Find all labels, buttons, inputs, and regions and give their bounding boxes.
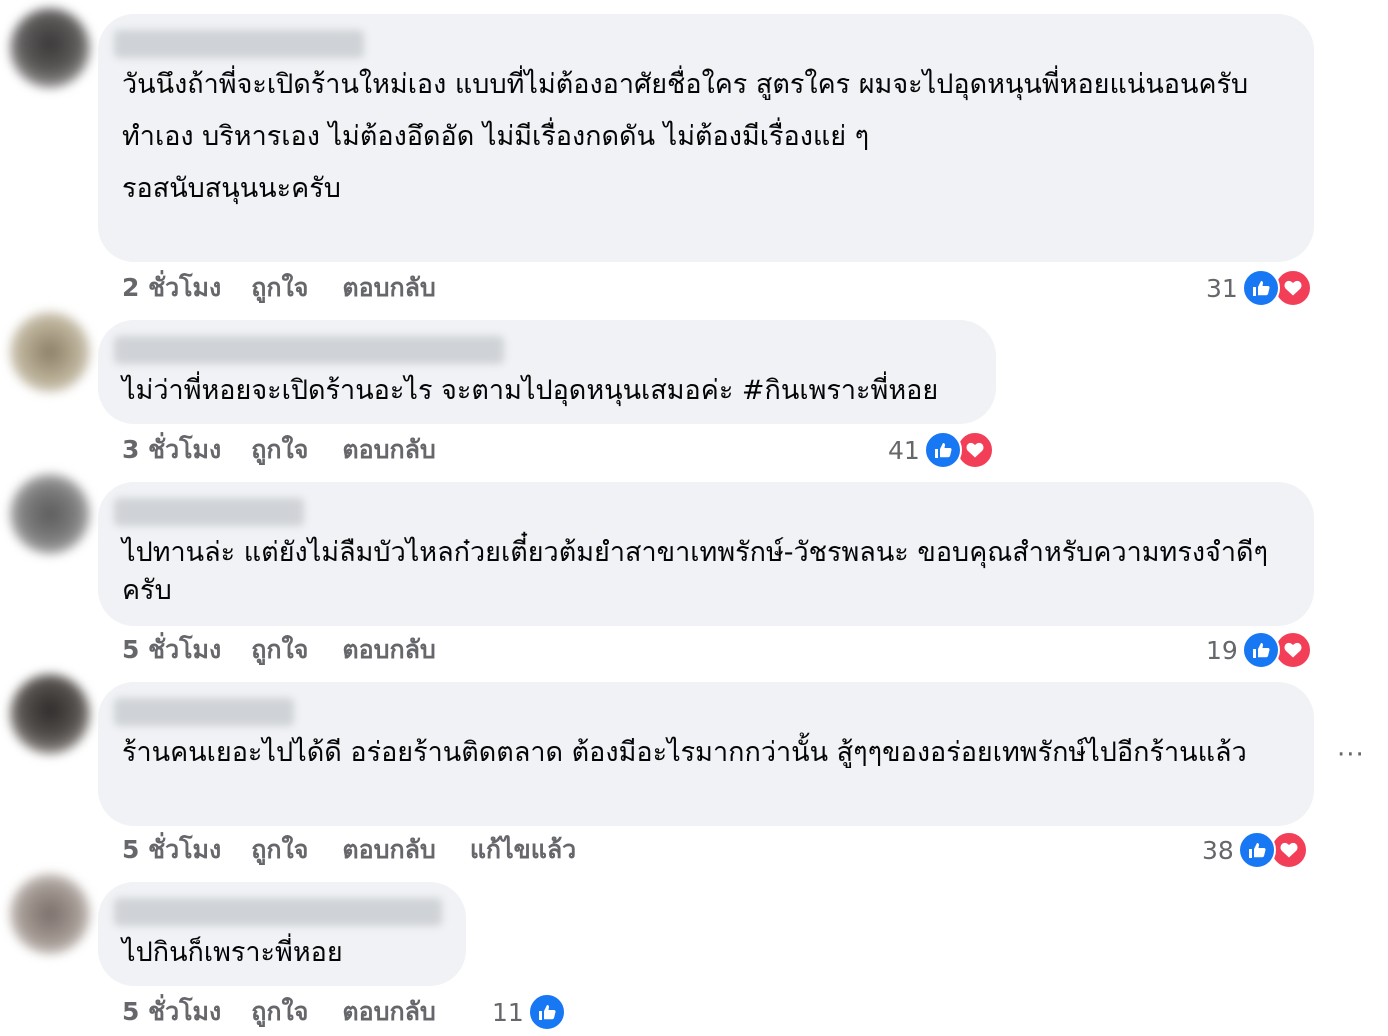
comment-text: ไปทานล่ะ แต่ยังไม่ลืมบัวไหลก๋วยเตี๋ยวต้ม… (122, 537, 1269, 606)
commenter-name-blurred[interactable] (114, 498, 304, 526)
comment-bubble: ร้านคนเยอะไปได้ดี อร่อยร้านติดตลาด ต้องม… (98, 682, 1314, 826)
comment-timestamp[interactable]: 2 ชั่วโมง (122, 268, 221, 308)
reaction-summary[interactable]: 38 (1202, 830, 1308, 870)
reaction-count: 31 (1206, 273, 1238, 303)
comment-actions: 5 ชั่วโมง ถูกใจ ตอบกลับ แก้ไขแล้ว (122, 832, 610, 868)
comment-actions: 5 ชั่วโมง ถูกใจ ตอบกลับ (122, 632, 470, 668)
more-options-icon[interactable]: ··· (1337, 740, 1365, 770)
comment-bubble: วันนึงถ้าพี่จะเปิดร้านใหม่เอง แบบที่ไม่ต… (98, 14, 1314, 262)
commenter-name-blurred[interactable] (114, 336, 504, 364)
like-button[interactable]: ถูกใจ (251, 992, 308, 1032)
like-icon (923, 431, 962, 469)
like-button[interactable]: ถูกใจ (251, 430, 308, 470)
comment-actions: 3 ชั่วโมง ถูกใจ ตอบกลับ (122, 432, 470, 468)
reaction-summary[interactable]: 41 (888, 430, 994, 470)
like-button[interactable]: ถูกใจ (251, 830, 308, 870)
like-button[interactable]: ถูกใจ (251, 630, 308, 670)
like-icon (1237, 831, 1276, 869)
reaction-count: 38 (1202, 835, 1234, 865)
comment-timestamp[interactable]: 5 ชั่วโมง (122, 830, 221, 870)
comment-bubble: ไปทานล่ะ แต่ยังไม่ลืมบัวไหลก๋วยเตี๋ยวต้ม… (98, 482, 1314, 626)
like-icon (527, 993, 566, 1031)
comment-bubble: ไปกินก็เพราะพี่หอย (98, 882, 466, 986)
commenter-name-blurred[interactable] (114, 30, 364, 58)
like-icon (1241, 631, 1280, 669)
reaction-count: 41 (888, 435, 920, 465)
comment-text: ไม่ว่าพี่หอยจะเปิดร้านอะไร จะตามไปอุดหนุ… (122, 375, 939, 406)
comment-timestamp[interactable]: 5 ชั่วโมง (122, 992, 221, 1032)
comment-actions: 5 ชั่วโมง ถูกใจ ตอบกลับ (122, 994, 470, 1030)
avatar[interactable] (10, 874, 90, 954)
like-button[interactable]: ถูกใจ (251, 268, 308, 308)
like-icon (1241, 269, 1280, 307)
comment-text: ทำเอง บริหารเอง ไม่ต้องอึดอัด ไม่มีเรื่อ… (122, 121, 870, 152)
reply-button[interactable]: ตอบกลับ (342, 830, 435, 870)
avatar[interactable] (10, 8, 90, 88)
commenter-name-blurred[interactable] (114, 898, 442, 926)
avatar[interactable] (10, 674, 90, 754)
comment-text: ร้านคนเยอะไปได้ดี อร่อยร้านติดตลาด ต้องม… (122, 737, 1247, 768)
comment-text: รอสนับสนุนนะครับ (122, 173, 341, 204)
reaction-summary[interactable]: 19 (1206, 630, 1312, 670)
reaction-summary[interactable]: 11 (492, 992, 566, 1032)
reply-button[interactable]: ตอบกลับ (342, 268, 435, 308)
comment-actions: 2 ชั่วโมง ถูกใจ ตอบกลับ (122, 270, 470, 306)
edited-label[interactable]: แก้ไขแล้ว (470, 830, 576, 870)
reply-button[interactable]: ตอบกลับ (342, 430, 435, 470)
comment-text: ไปกินก็เพราะพี่หอย (122, 937, 343, 968)
reaction-summary[interactable]: 31 (1206, 268, 1312, 308)
avatar[interactable] (10, 312, 90, 392)
reply-button[interactable]: ตอบกลับ (342, 630, 435, 670)
comment-bubble: ไม่ว่าพี่หอยจะเปิดร้านอะไร จะตามไปอุดหนุ… (98, 320, 996, 424)
comment-timestamp[interactable]: 3 ชั่วโมง (122, 430, 221, 470)
reaction-count: 19 (1206, 635, 1238, 665)
commenter-name-blurred[interactable] (114, 698, 294, 726)
reaction-count: 11 (492, 997, 524, 1027)
reply-button[interactable]: ตอบกลับ (342, 992, 435, 1032)
comment-timestamp[interactable]: 5 ชั่วโมง (122, 630, 221, 670)
comment-text: วันนึงถ้าพี่จะเปิดร้านใหม่เอง แบบที่ไม่ต… (122, 69, 1249, 100)
avatar[interactable] (10, 474, 90, 554)
